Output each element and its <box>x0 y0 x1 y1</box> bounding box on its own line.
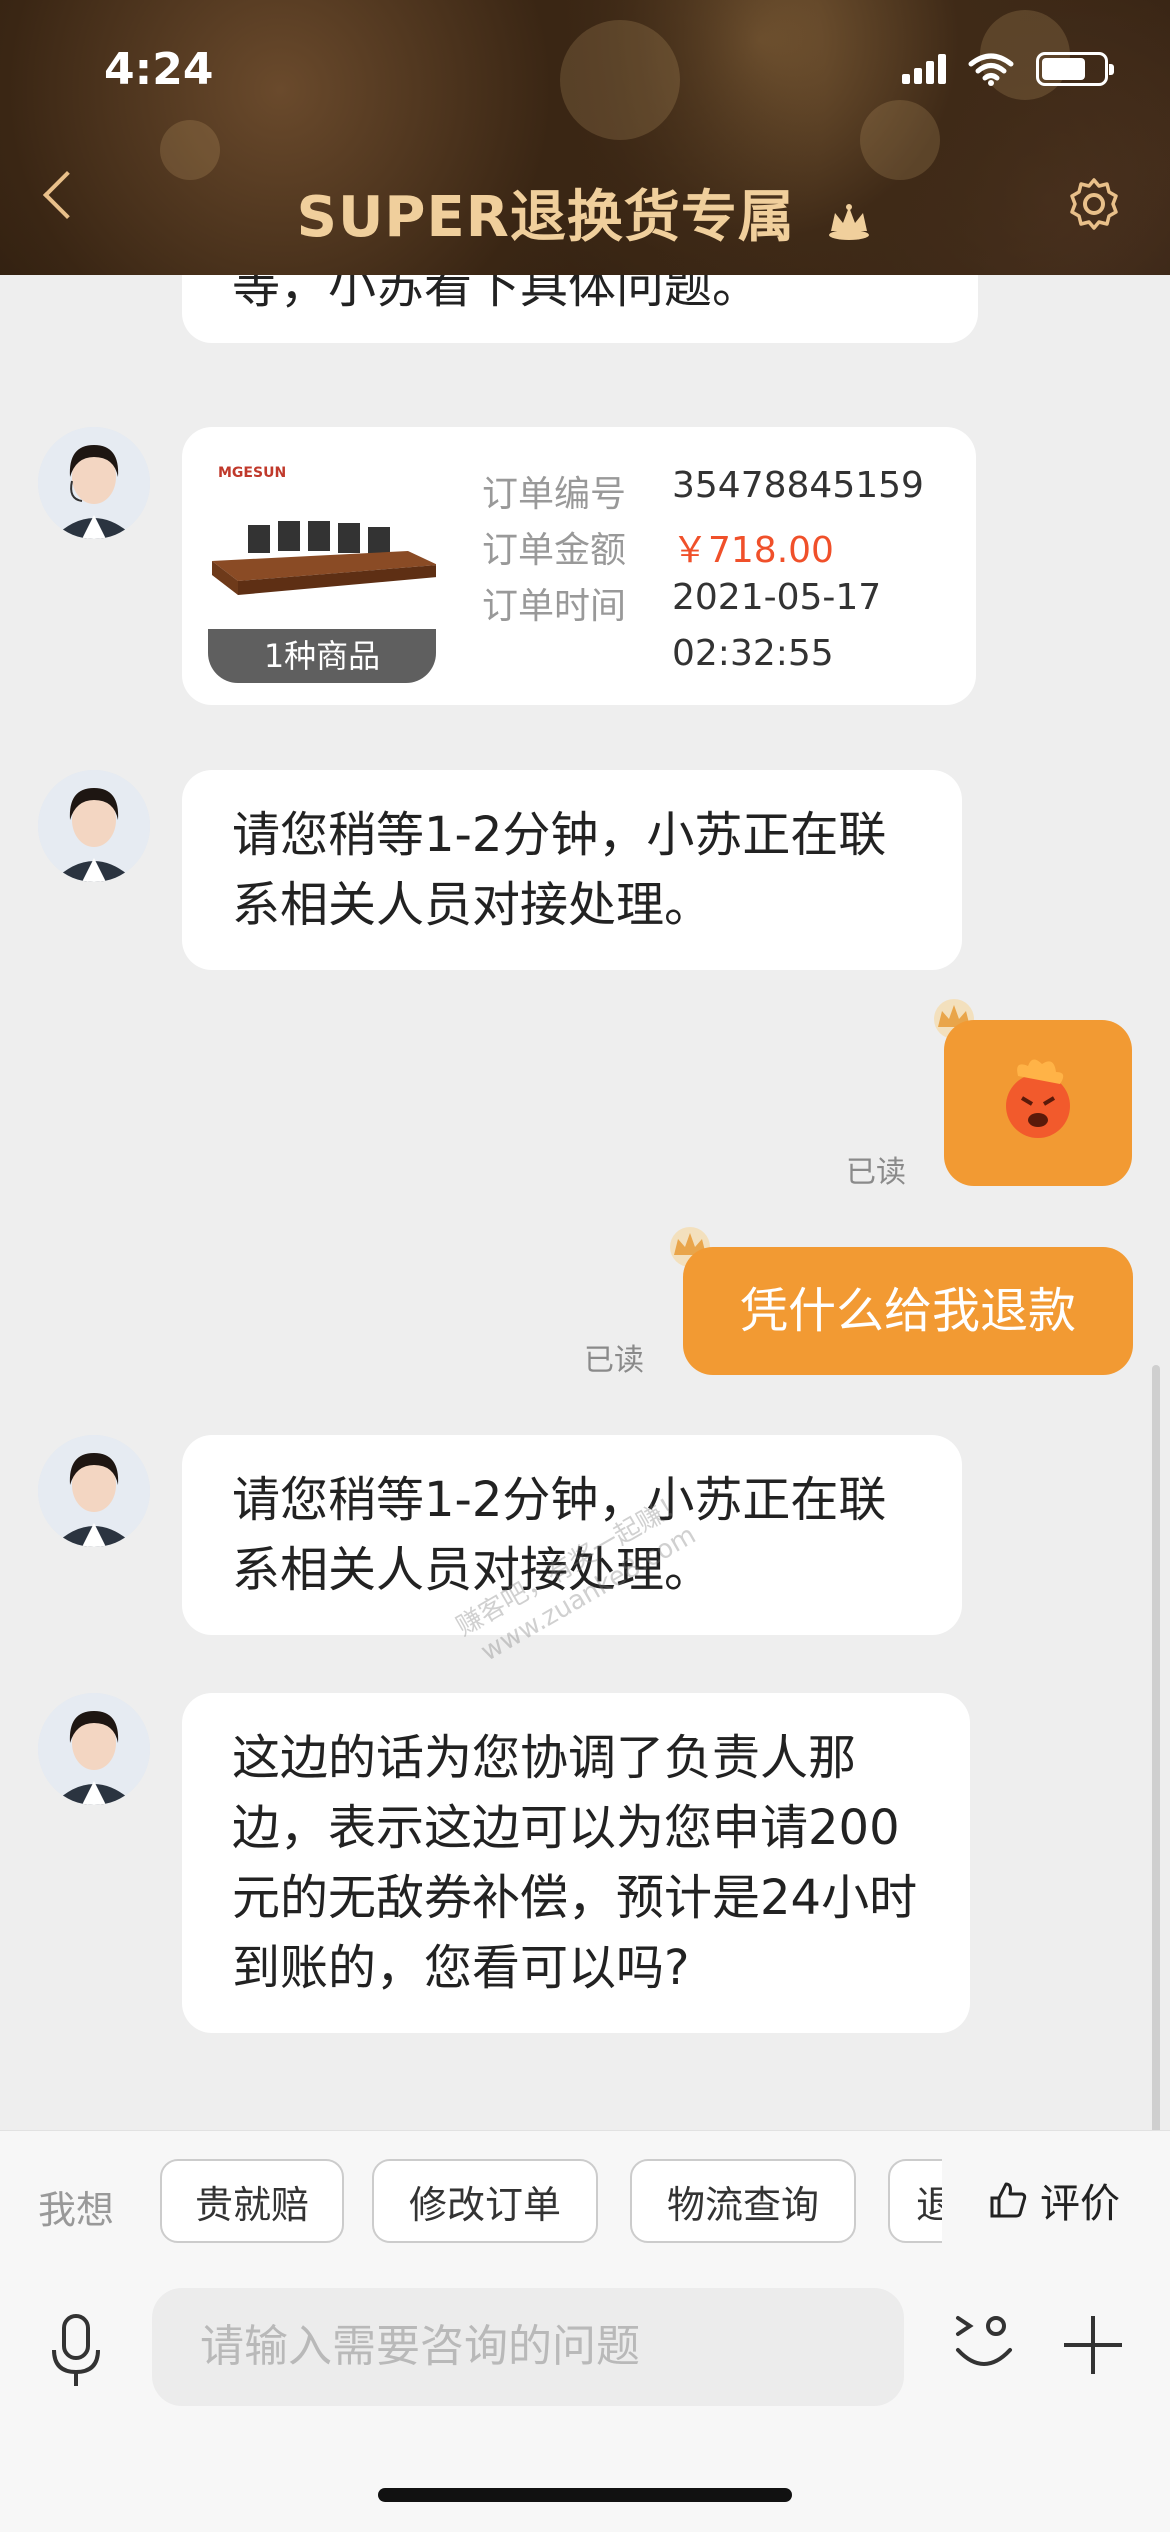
product-brand: MGESUN <box>218 465 287 481</box>
order-card[interactable]: MGESUN 1种商品 订单编号 35478845159 订单金额 ￥718.0… <box>182 427 976 705</box>
agent-avatar <box>38 1693 150 1805</box>
chip-guijiupei[interactable]: 贵就赔 <box>160 2159 344 2243</box>
chip-modify-order[interactable]: 修改订单 <box>372 2159 598 2243</box>
message-bubble: 凭什么给我退款 <box>683 1247 1133 1375</box>
message-text: 等，小苏看下具体问题。 <box>232 275 761 314</box>
order-label: 订单编号 <box>482 474 627 515</box>
microphone-icon[interactable] <box>46 2310 106 2390</box>
message-bubble: 等，小苏看下具体问题。 <box>182 275 978 343</box>
order-time: 02:32:55 <box>672 633 834 674</box>
header-bokeh <box>860 100 940 180</box>
agent-avatar <box>38 770 150 882</box>
quick-chips[interactable]: 贵就赔 修改订单 物流查询 退 <box>160 2159 942 2245</box>
read-receipt: 已读 <box>584 1343 644 1378</box>
scrollbar[interactable] <box>1152 1365 1160 2130</box>
agent-avatar-image <box>38 427 150 539</box>
chat-area[interactable]: 等，小苏看下具体问题。 MGESUN 1种商品 订单编号 35478845159… <box>0 275 1170 2130</box>
emoji-message-bubble <box>944 1020 1132 1186</box>
agent-avatar <box>38 427 150 539</box>
chat-header: 4:24 SUPER退换货专属 <box>0 0 1170 275</box>
battery-icon <box>1036 52 1114 86</box>
agent-avatar-image <box>38 1435 150 1547</box>
header-bokeh <box>560 20 680 140</box>
status-icons <box>902 52 1114 86</box>
product-thumbnail: MGESUN 1种商品 <box>208 455 436 683</box>
message-input[interactable]: 请输入需要咨询的问题 <box>152 2288 904 2406</box>
order-number: 35478845159 <box>672 465 924 506</box>
settings-gear-icon[interactable] <box>1066 176 1122 232</box>
crown-icon <box>829 203 870 240</box>
title-text: SUPER退换货专属 <box>296 185 795 250</box>
agent-avatar <box>38 1435 150 1547</box>
angry-emoji-icon <box>1006 1059 1070 1138</box>
home-indicator[interactable] <box>378 2488 792 2502</box>
rate-button[interactable]: 评价 <box>988 2171 1120 2229</box>
thumbs-up-icon <box>990 2182 1027 2218</box>
message-text: 请您稍等1-2分钟，小苏正在联系相关人员对接处理。 <box>232 807 887 933</box>
message-bubble: 这边的话为您协调了负责人那边，表示这边可以为您申请200元的无敌券补偿，预计是2… <box>182 1693 970 2033</box>
quick-label: 我想 <box>38 2188 115 2232</box>
chip-logistics[interactable]: 物流查询 <box>630 2159 856 2243</box>
wifi-icon <box>968 53 1014 86</box>
message-bubble: 请您稍等1-2分钟，小苏正在联系相关人员对接处理。 <box>182 770 962 970</box>
order-amount: ￥718.00 <box>672 530 834 571</box>
signal-icon <box>902 54 946 84</box>
page-title: SUPER退换货专属 <box>0 172 1170 253</box>
emoji-icon[interactable] <box>952 2308 1016 2380</box>
status-time: 4:24 <box>104 44 214 95</box>
rate-label: 评价 <box>1040 2181 1120 2227</box>
read-receipt: 已读 <box>846 1155 906 1190</box>
agent-avatar-image <box>38 1693 150 1805</box>
chip-partial[interactable]: 退 <box>888 2159 942 2243</box>
quick-reply-bar: 我想 贵就赔 修改订单 物流查询 退 评价 <box>0 2130 1170 2270</box>
order-date: 2021-05-17 <box>672 577 882 618</box>
message-text: 这边的话为您协调了负责人那边，表示这边可以为您申请200元的无敌券补偿，预计是2… <box>232 1730 918 1996</box>
agent-avatar-image <box>38 770 150 882</box>
order-label: 订单时间 <box>482 586 627 627</box>
header-bokeh <box>160 120 220 180</box>
order-label: 订单金额 <box>482 530 627 571</box>
message-text: 凭什么给我退款 <box>739 1283 1076 1339</box>
item-count-tag: 1种商品 <box>208 629 436 683</box>
plus-icon[interactable] <box>1062 2314 1124 2376</box>
